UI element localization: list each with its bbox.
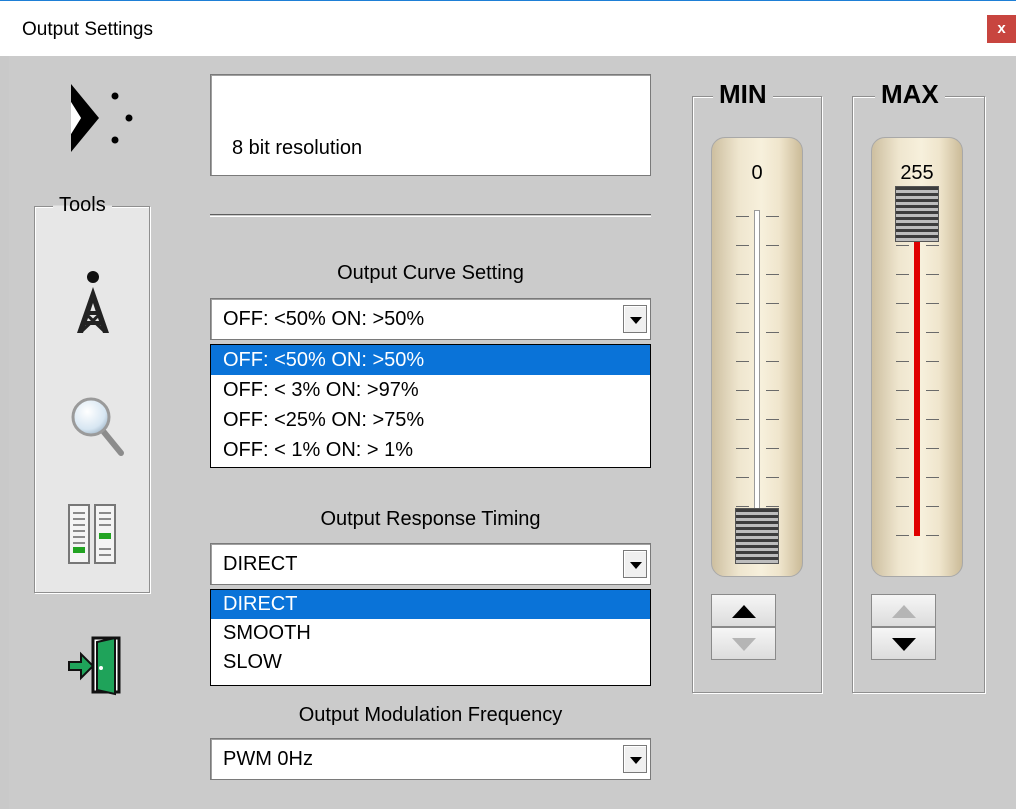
timing-option[interactable]: SLOW: [211, 648, 650, 677]
tools-legend: Tools: [53, 194, 112, 217]
slider-tick: [926, 274, 939, 275]
magnifier-icon[interactable]: [69, 395, 125, 457]
slider-tick: [926, 390, 939, 391]
resolution-info: 8 bit resolution: [210, 74, 651, 176]
slider-tick: [736, 419, 749, 420]
fader-meter-icon[interactable]: [67, 503, 119, 565]
min-down-button[interactable]: [711, 627, 776, 660]
slider-tick: [766, 303, 779, 304]
timing-label: Output Response Timing: [320, 508, 541, 530]
dmx-logo-icon: [71, 84, 133, 152]
arrow-down-icon: [892, 638, 916, 651]
modulation-value: PWM 0Hz: [223, 748, 313, 770]
slider-tick: [736, 477, 749, 478]
timing-value: DIRECT: [223, 553, 298, 575]
timing-select[interactable]: DIRECT: [210, 543, 651, 585]
arrow-up-icon: [732, 605, 756, 618]
max-slider[interactable]: 255: [871, 137, 963, 577]
slider-tick: [926, 332, 939, 333]
max-slider-fill: [914, 238, 920, 536]
timing-option[interactable]: DIRECT: [211, 590, 650, 619]
exit-door-icon[interactable]: [67, 636, 127, 696]
slider-tick: [926, 477, 939, 478]
min-value: 0: [751, 162, 763, 184]
max-up-button[interactable]: [871, 594, 936, 627]
slider-tick: [766, 274, 779, 275]
arrow-up-icon: [892, 605, 916, 618]
close-button[interactable]: x: [987, 15, 1016, 43]
slider-tick: [736, 274, 749, 275]
min-group: MIN 0: [692, 79, 822, 693]
timing-option[interactable]: SMOOTH: [211, 619, 650, 648]
curve-option[interactable]: OFF: <50% ON: >50%: [211, 345, 650, 375]
slider-tick: [736, 361, 749, 362]
slider-tick: [896, 419, 909, 420]
chevron-down-icon[interactable]: [623, 745, 647, 773]
curve-dropdown-list: OFF: <50% ON: >50% OFF: < 3% ON: >97% OF…: [210, 344, 651, 468]
slider-tick: [926, 448, 939, 449]
slider-tick: [766, 506, 779, 507]
min-legend: MIN: [713, 79, 773, 110]
slider-tick: [896, 448, 909, 449]
arrow-down-icon: [732, 638, 756, 651]
slider-tick: [766, 448, 779, 449]
curve-select[interactable]: OFF: <50% ON: >50%: [210, 298, 651, 340]
min-slider-rail: [754, 210, 760, 536]
curve-label: Output Curve Setting: [337, 262, 524, 284]
min-slider[interactable]: 0: [711, 137, 803, 577]
slider-tick: [766, 419, 779, 420]
slider-tick: [896, 332, 909, 333]
slider-tick: [896, 274, 909, 275]
max-group: MAX 255: [852, 79, 985, 693]
slider-tick: [896, 477, 909, 478]
modulation-label: Output Modulation Frequency: [298, 704, 563, 726]
max-legend: MAX: [875, 79, 945, 110]
slider-tick: [896, 303, 909, 304]
slider-tick: [766, 332, 779, 333]
slider-tick: [736, 390, 749, 391]
slider-tick: [736, 245, 749, 246]
slider-tick: [736, 506, 749, 507]
curve-option[interactable]: OFF: < 1% ON: > 1%: [211, 435, 650, 465]
slider-tick: [736, 303, 749, 304]
curve-value: OFF: <50% ON: >50%: [223, 308, 425, 330]
slider-tick: [766, 245, 779, 246]
max-down-button[interactable]: [871, 627, 936, 660]
chevron-down-icon[interactable]: [623, 305, 647, 333]
slider-tick: [896, 506, 909, 507]
separator: [210, 214, 651, 217]
timing-dropdown-list: DIRECT SMOOTH SLOW: [210, 589, 651, 686]
dialog-body: Tools 8 bit resolution Output Curve Sett…: [9, 56, 1016, 809]
slider-tick: [766, 361, 779, 362]
slider-tick: [736, 332, 749, 333]
min-slider-thumb[interactable]: [735, 508, 779, 564]
resolution-text: 8 bit resolution: [232, 137, 363, 159]
slider-tick: [926, 535, 939, 536]
max-value: 255: [900, 162, 934, 184]
slider-tick: [766, 390, 779, 391]
slider-tick: [926, 245, 939, 246]
slider-tick: [926, 303, 939, 304]
slider-tick: [896, 535, 909, 536]
title-bar: Output Settings x: [0, 0, 1016, 56]
chevron-down-icon[interactable]: [623, 550, 647, 578]
min-up-button[interactable]: [711, 594, 776, 627]
antenna-tower-icon[interactable]: [71, 269, 115, 337]
slider-tick: [896, 390, 909, 391]
max-slider-thumb[interactable]: [895, 186, 939, 242]
slider-tick: [896, 361, 909, 362]
curve-option[interactable]: OFF: < 3% ON: >97%: [211, 375, 650, 405]
modulation-select[interactable]: PWM 0Hz: [210, 738, 651, 780]
slider-tick: [926, 419, 939, 420]
slider-tick: [926, 361, 939, 362]
slider-tick: [896, 245, 909, 246]
tools-group: Tools: [34, 194, 150, 593]
window-title: Output Settings: [22, 19, 153, 40]
slider-tick: [926, 506, 939, 507]
slider-tick: [766, 216, 779, 217]
slider-tick: [736, 216, 749, 217]
slider-tick: [736, 448, 749, 449]
curve-option[interactable]: OFF: <25% ON: >75%: [211, 405, 650, 435]
slider-tick: [766, 477, 779, 478]
